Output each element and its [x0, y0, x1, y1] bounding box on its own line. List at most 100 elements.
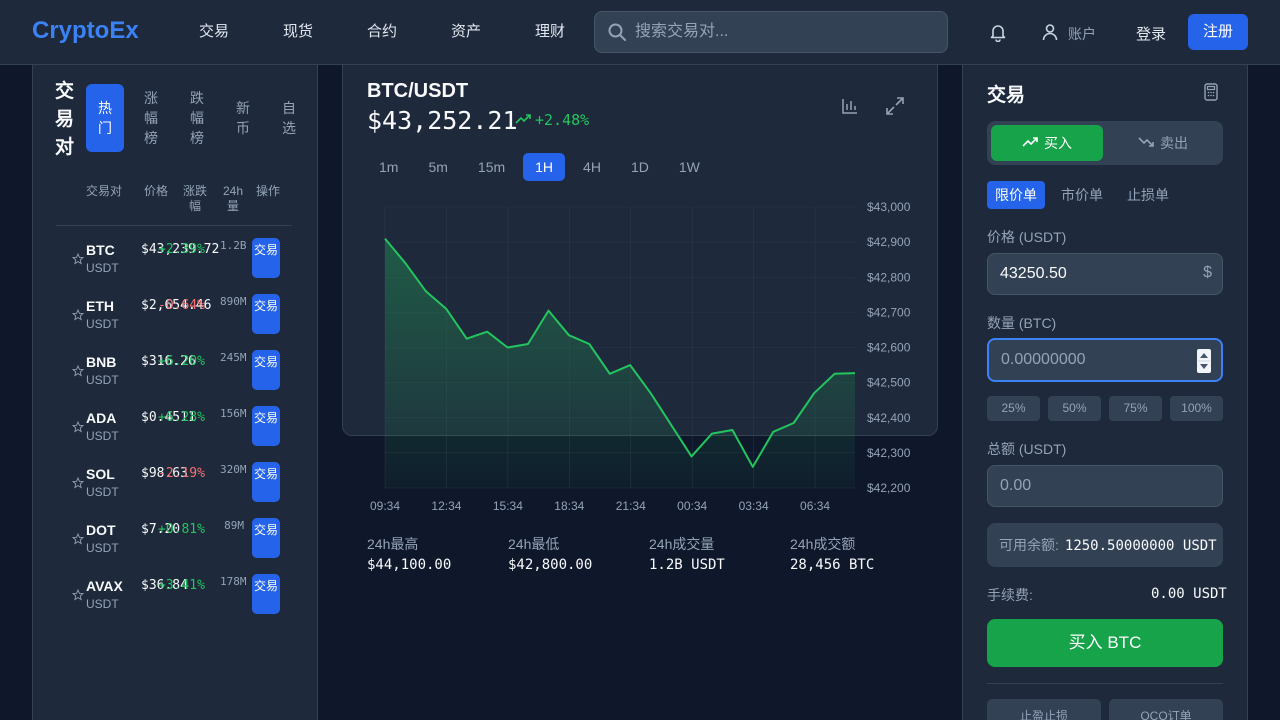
oco-order-button[interactable]: OCO订单 — [1109, 699, 1223, 720]
interval-1h[interactable]: 1H — [523, 153, 566, 181]
take-profit-stop-loss-button[interactable]: 止盈止损 — [987, 699, 1101, 720]
search-input[interactable] — [635, 12, 935, 52]
trade-button[interactable]: 交易 — [252, 406, 280, 446]
trade-button[interactable]: 交易 — [252, 518, 280, 558]
nav-links: 交易 现货 合约 资产 理财 — [172, 0, 592, 64]
pair-volume: 320M — [220, 463, 247, 476]
star-icon[interactable] — [71, 308, 85, 326]
pair-change: +0.81% — [158, 522, 205, 537]
y-tick-label: $42,300 — [867, 446, 911, 460]
pair-row[interactable]: BTC USDT $43,239.72 +2.39% 1.2B 交易 — [56, 238, 292, 294]
nav-earn[interactable]: 理财 — [508, 0, 592, 64]
star-icon[interactable] — [71, 364, 85, 382]
submit-buy-button[interactable]: 买入 BTC — [987, 619, 1223, 667]
order-type-limit[interactable]: 限价单 — [987, 181, 1045, 209]
stat-label: 24h成交额 — [790, 536, 856, 552]
available-value: 1250.50000000 USDT — [1064, 538, 1217, 554]
stat-label: 24h最高 — [367, 536, 419, 552]
register-button[interactable]: 注册 — [1188, 14, 1248, 50]
tab-favorites[interactable]: 自选 — [270, 84, 308, 152]
percent-75-button[interactable]: 75% — [1109, 396, 1162, 421]
star-icon[interactable] — [71, 420, 85, 438]
star-icon[interactable] — [71, 588, 85, 606]
interval-1m[interactable]: 1m — [367, 153, 410, 181]
bell-icon[interactable] — [988, 22, 1008, 47]
percent-50-button[interactable]: 50% — [1048, 396, 1101, 421]
pair-row[interactable]: ETH USDT $2,654.46 -0.64% 890M 交易 — [56, 294, 292, 350]
pair-row[interactable]: ADA USDT $0.4511 +6.28% 156M 交易 — [56, 406, 292, 462]
divider — [987, 683, 1223, 684]
stat-value: 1.2B USDT — [649, 557, 725, 573]
pair-row[interactable]: SOL USDT $98.63 -2.19% 320M 交易 — [56, 462, 292, 518]
price-chart[interactable]: $43,000 $42,900 $42,800 $42,700 $42,600 $42,5… — [360, 195, 920, 525]
trending-down-icon — [1138, 135, 1154, 151]
x-tick-label: 00:34 — [677, 499, 707, 513]
price-field: $ — [987, 253, 1223, 295]
login-link[interactable]: 登录 — [1136, 23, 1166, 44]
percent-100-button[interactable]: 100% — [1170, 396, 1223, 421]
stat-label: 24h成交量 — [649, 536, 715, 552]
trade-button[interactable]: 交易 — [252, 350, 280, 390]
sell-tab-label: 卖出 — [1160, 135, 1188, 151]
nav-assets[interactable]: 资产 — [424, 0, 508, 64]
order-type-market[interactable]: 市价单 — [1053, 181, 1111, 209]
fullscreen-icon[interactable] — [885, 96, 905, 121]
fee-value: 0.00 USDT — [1151, 586, 1227, 602]
order-type-stop[interactable]: 止损单 — [1119, 181, 1177, 209]
trade-button[interactable]: 交易 — [252, 294, 280, 334]
col-change: 涨跌幅 — [182, 184, 207, 213]
star-icon[interactable] — [71, 532, 85, 550]
pair-volume: 890M — [220, 295, 247, 308]
area-fill — [385, 238, 855, 488]
tab-hot[interactable]: 热门 — [86, 84, 124, 152]
col-price: 价格 — [144, 184, 169, 198]
pair-title: BTC/USDT — [367, 80, 469, 102]
star-icon[interactable] — [71, 252, 85, 270]
pair-symbol: ETH — [86, 298, 114, 314]
brand-logo[interactable]: CryptoEx — [32, 17, 139, 45]
pairs-table-header: 交易对 价格 涨跌幅 24h量 操作 — [56, 184, 292, 226]
pair-symbol: SOL — [86, 466, 115, 482]
pair-volume: 1.2B — [220, 239, 247, 252]
trade-button[interactable]: 交易 — [252, 574, 280, 614]
tab-losers[interactable]: 跌幅榜 — [178, 84, 216, 152]
sell-tab[interactable]: 卖出 — [1107, 125, 1219, 161]
price-label: 价格 (USDT) — [987, 229, 1067, 245]
star-icon[interactable] — [71, 476, 85, 494]
amount-input[interactable] — [1001, 340, 1181, 380]
nav-trade[interactable]: 交易 — [172, 0, 256, 64]
stepper-icon[interactable] — [1197, 349, 1211, 373]
account-menu[interactable]: 账户 — [1040, 22, 1096, 45]
trade-button[interactable]: 交易 — [252, 462, 280, 502]
col-pair: 交易对 — [86, 184, 123, 198]
interval-1w[interactable]: 1W — [667, 153, 712, 181]
buy-tab[interactable]: 买入 — [991, 125, 1103, 161]
interval-1d[interactable]: 1D — [619, 153, 661, 181]
amount-field — [987, 338, 1223, 382]
percent-25-button[interactable]: 25% — [987, 396, 1040, 421]
tab-new[interactable]: 新币 — [224, 84, 262, 152]
price-input[interactable] — [1000, 254, 1180, 294]
x-tick-label: 12:34 — [431, 499, 461, 513]
pair-change: -2.19% — [158, 466, 205, 481]
nav-spot[interactable]: 现货 — [256, 0, 340, 64]
stat-volume: 24h成交量 1.2B USDT — [649, 534, 790, 573]
pair-row[interactable]: AVAX USDT $36.84 +3.41% 178M 交易 — [56, 574, 292, 630]
bar-chart-icon[interactable] — [840, 96, 860, 121]
calculator-icon[interactable] — [1203, 83, 1219, 106]
y-tick-label: $42,500 — [867, 376, 911, 390]
stat-label: 24h最低 — [508, 536, 560, 552]
total-input[interactable] — [1000, 466, 1180, 506]
interval-5m[interactable]: 5m — [416, 153, 459, 181]
interval-4h[interactable]: 4H — [571, 153, 613, 181]
nav-futures[interactable]: 合约 — [340, 0, 424, 64]
stat-low: 24h最低 $42,800.00 — [508, 534, 649, 573]
x-tick-label: 21:34 — [616, 499, 646, 513]
stat-value: $42,800.00 — [508, 557, 593, 573]
tab-gainers[interactable]: 涨幅榜 — [132, 84, 170, 152]
pair-row[interactable]: DOT USDT $7.20 +0.81% 89M 交易 — [56, 518, 292, 574]
interval-15m[interactable]: 15m — [466, 153, 517, 181]
pair-row[interactable]: BNB USDT $316.26 +6.20% 245M 交易 — [56, 350, 292, 406]
trending-up-icon — [1022, 135, 1038, 151]
trade-button[interactable]: 交易 — [252, 238, 280, 278]
